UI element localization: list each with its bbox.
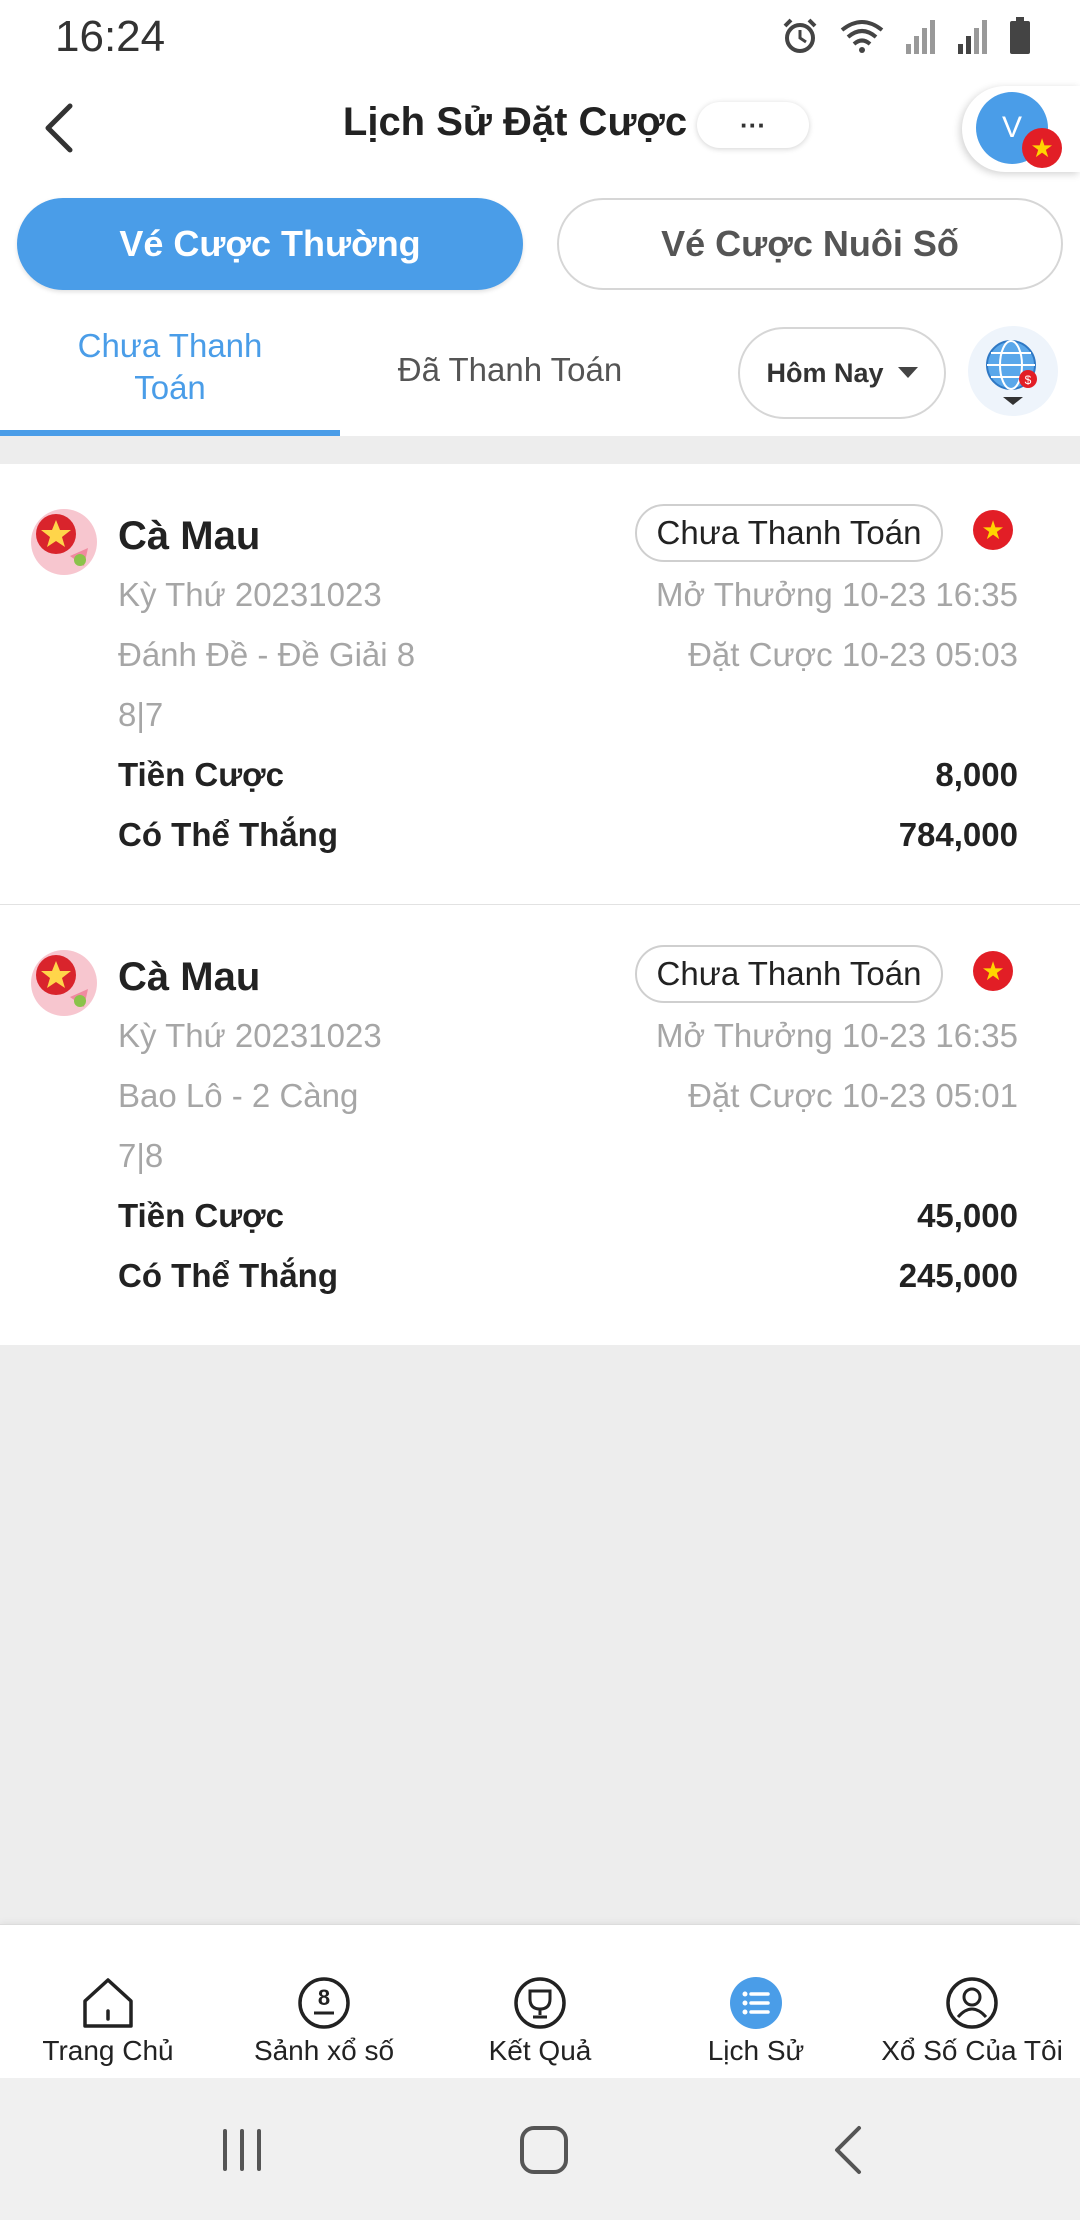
bet-card[interactable]: Cà Mau Chưa Thanh Toán ★ Kỳ Thứ 20231023… bbox=[0, 905, 1080, 1345]
card-title: Cà Mau bbox=[118, 514, 261, 558]
bet-card[interactable]: Cà Mau Chưa Thanh Toán ★ Kỳ Thứ 20231023… bbox=[0, 464, 1080, 905]
bet-time-text: Đặt Cược 10-23 05:01 bbox=[688, 1077, 1018, 1114]
nav-my-lottery[interactable]: Xổ Số Của Tôi bbox=[864, 1925, 1080, 2079]
stake-label: Tiền Cược bbox=[118, 1197, 284, 1234]
potential-win-label: Có Thể Thắng bbox=[118, 1257, 338, 1294]
system-nav-bar bbox=[0, 2078, 1080, 2220]
wifi-icon bbox=[840, 20, 884, 53]
more-button[interactable]: ··· bbox=[697, 102, 809, 148]
date-filter-label: Hôm Nay bbox=[766, 357, 884, 388]
avatar-panel[interactable]: V ★ bbox=[962, 86, 1080, 172]
nav-home-label: Trang Chủ bbox=[42, 2035, 174, 2066]
status-badge: Chưa Thanh Toán bbox=[635, 504, 943, 562]
home-button[interactable] bbox=[504, 2120, 584, 2180]
recent-apps-button[interactable] bbox=[202, 2120, 282, 2180]
lottery-badge-icon bbox=[31, 950, 97, 1016]
nav-my-lottery-label: Xổ Số Của Tôi bbox=[881, 2035, 1063, 2066]
date-filter-select[interactable]: Hôm Nay bbox=[738, 327, 946, 419]
signal-icon bbox=[906, 20, 935, 54]
region-filter-button[interactable]: $ bbox=[968, 326, 1058, 416]
bet-type-text: Đánh Đề - Đề Giải 8 bbox=[118, 636, 416, 673]
bet-type-text: Bao Lô - 2 Càng bbox=[118, 1077, 359, 1114]
status-icons bbox=[780, 16, 1032, 56]
caret-down-icon bbox=[897, 367, 918, 378]
battery-icon bbox=[1010, 17, 1030, 54]
app-header: Lịch Sử Đặt Cược ··· V ★ bbox=[0, 72, 1080, 184]
draw-time-text: Mở Thưởng 10-23 16:35 bbox=[656, 1017, 1018, 1054]
tab-unpaid[interactable]: Chưa Thanh Toán bbox=[0, 304, 340, 436]
system-back-icon bbox=[835, 2126, 861, 2174]
system-back-button[interactable] bbox=[808, 2120, 888, 2180]
ticket-type-segments: Vé Cược Thường Vé Cược Nuôi Số bbox=[0, 184, 1080, 304]
period-text: Kỳ Thứ 20231023 bbox=[118, 1017, 382, 1054]
nav-history[interactable]: Lịch Sử bbox=[648, 1925, 864, 2079]
bet-time-text: Đặt Cược 10-23 05:03 bbox=[688, 636, 1018, 673]
status-bar: 16:24 bbox=[0, 0, 1080, 72]
vietnam-flag-icon: ★ bbox=[973, 951, 1013, 991]
svg-text:$: $ bbox=[1025, 373, 1032, 387]
nav-lottery-hall[interactable]: 8 Sảnh xổ số bbox=[216, 1925, 432, 2079]
page-title: Lịch Sử Đặt Cược bbox=[342, 100, 688, 144]
tab-unpaid-label: Chưa Thanh Toán bbox=[77, 326, 263, 406]
home-square-icon bbox=[520, 2126, 568, 2174]
segment-regular-bets[interactable]: Vé Cược Thường bbox=[17, 198, 523, 290]
stake-value: 45,000 bbox=[917, 1197, 1018, 1234]
trophy-icon bbox=[514, 1977, 566, 2029]
period-text: Kỳ Thứ 20231023 bbox=[118, 576, 382, 613]
nav-home[interactable]: Trang Chủ bbox=[0, 1925, 216, 2079]
status-tabs: Chưa Thanh Toán Đã Thanh Toán Hôm Nay $ bbox=[0, 304, 1080, 436]
lottery-ball-glyph: 8 bbox=[318, 1985, 330, 2010]
bet-numbers-text: 8|7 bbox=[118, 696, 164, 733]
section-gap bbox=[0, 436, 1080, 464]
segment-follow-bets[interactable]: Vé Cược Nuôi Số bbox=[557, 198, 1063, 290]
potential-win-value: 784,000 bbox=[898, 816, 1018, 853]
status-badge: Chưa Thanh Toán bbox=[635, 945, 943, 1003]
nav-history-label: Lịch Sử bbox=[707, 2035, 805, 2066]
draw-time-text: Mở Thưởng 10-23 16:35 bbox=[656, 576, 1018, 613]
potential-win-label: Có Thể Thắng bbox=[118, 816, 338, 853]
bet-numbers-text: 7|8 bbox=[118, 1137, 164, 1174]
nav-results[interactable]: Kết Quả bbox=[432, 1925, 648, 2079]
nav-lottery-hall-label: Sảnh xổ số bbox=[253, 2035, 395, 2066]
bottom-nav: Trang Chủ 8 Sảnh xổ số Kết Quả Lịch Sử X… bbox=[0, 1924, 1080, 2078]
recent-apps-icon bbox=[223, 2129, 261, 2171]
alarm-icon bbox=[783, 18, 817, 53]
user-icon bbox=[946, 1977, 998, 2029]
globe-icon: $ bbox=[986, 340, 1037, 405]
card-title: Cà Mau bbox=[118, 955, 261, 999]
potential-win-value: 245,000 bbox=[898, 1257, 1018, 1294]
history-list-icon bbox=[730, 1977, 782, 2029]
nav-results-label: Kết Quả bbox=[488, 2035, 592, 2066]
stake-value: 8,000 bbox=[935, 756, 1018, 793]
lottery-badge-icon bbox=[31, 509, 97, 575]
tab-paid[interactable]: Đã Thanh Toán bbox=[340, 304, 680, 436]
home-icon bbox=[83, 1978, 133, 2028]
stake-label: Tiền Cược bbox=[118, 756, 284, 793]
signal-icon-2 bbox=[958, 20, 987, 54]
status-time: 16:24 bbox=[55, 12, 166, 61]
vietnam-flag-icon: ★ bbox=[973, 510, 1013, 550]
lottery-ball-icon: 8 bbox=[298, 1977, 350, 2029]
vietnam-flag-icon: ★ bbox=[1022, 128, 1062, 168]
